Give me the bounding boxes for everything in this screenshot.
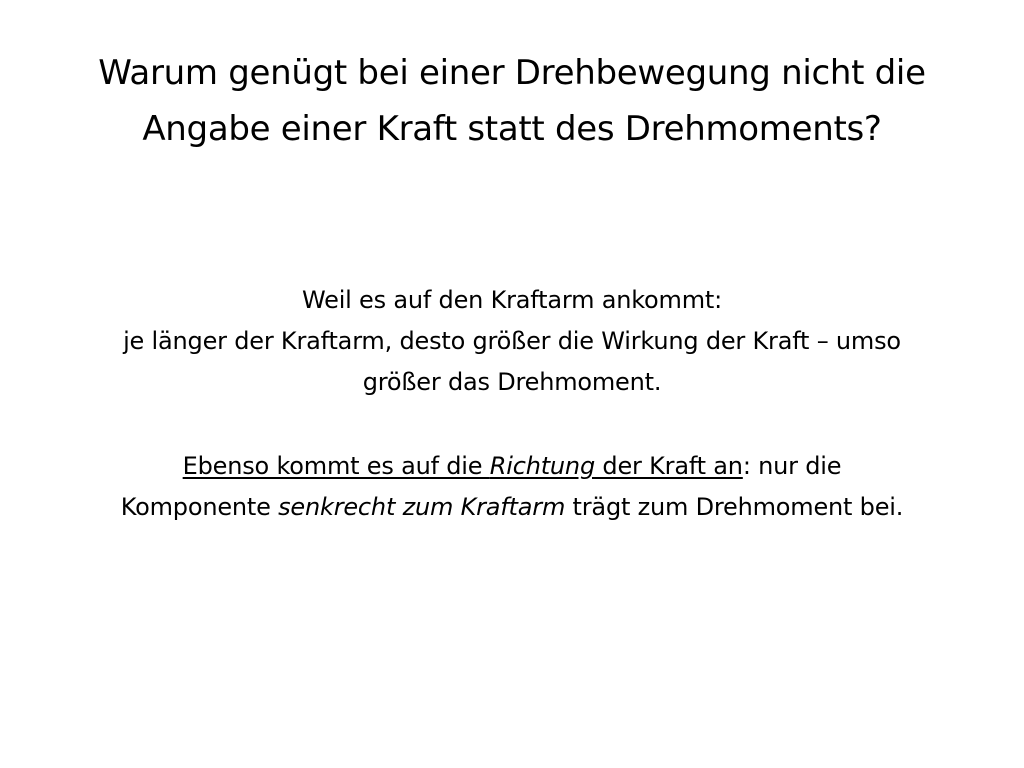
- body-line: Weil es auf den Kraftarm ankommt:: [302, 286, 722, 314]
- body-line: je länger der Kraftarm, desto größer die…: [123, 327, 901, 355]
- text: Ebenso kommt es auf die: [182, 452, 490, 480]
- title-line: Angabe einer Kraft statt des Drehmoments…: [142, 109, 882, 149]
- text: der Kraft an: [594, 452, 743, 480]
- body-line: Komponente senkrecht zum Kraftarm trägt …: [0, 487, 1024, 528]
- title-line: Warum genügt bei einer Drehbewegung nich…: [98, 53, 926, 93]
- italic-text: senkrecht zum Kraftarm: [278, 493, 566, 521]
- body-line: Ebenso kommt es auf die Richtung der Kra…: [0, 446, 1024, 487]
- text: trägt zum Drehmoment bei.: [565, 493, 904, 521]
- text: : nur die: [742, 452, 842, 480]
- text: Komponente: [120, 493, 279, 521]
- paragraph-richtung: Ebenso kommt es auf die Richtung der Kra…: [0, 446, 1024, 528]
- italic-text: Richtung: [489, 452, 595, 480]
- slide-title: Warum genügt bei einer Drehbewegung nich…: [0, 45, 1024, 157]
- body-line: größer das Drehmoment.: [362, 368, 662, 396]
- paragraph-kraftarm: Weil es auf den Kraftarm ankommt: je län…: [0, 280, 1024, 403]
- underlined-text: Ebenso kommt es auf die Richtung der Kra…: [183, 452, 743, 480]
